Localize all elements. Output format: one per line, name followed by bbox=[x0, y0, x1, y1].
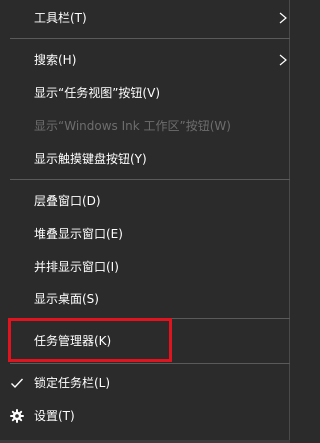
menu-item-search[interactable]: 搜索(H) bbox=[0, 44, 289, 76]
menu-item-show-desktop-label: 显示桌面(S) bbox=[34, 292, 99, 306]
menu-item-show-task-view[interactable]: 显示“任务视图”按钮(V) bbox=[0, 77, 289, 109]
menu-item-cascade-windows[interactable]: 层叠窗口(D) bbox=[0, 185, 289, 217]
menu-item-toolbars[interactable]: 工具栏(T) bbox=[0, 2, 289, 34]
menu-separator bbox=[10, 363, 290, 364]
menu-item-side-by-side[interactable]: 并排显示窗口(I) bbox=[0, 251, 289, 283]
gear-icon bbox=[10, 409, 24, 423]
menu-item-settings-label: 设置(T) bbox=[34, 409, 75, 423]
menu-item-show-desktop[interactable]: 显示桌面(S) bbox=[0, 283, 289, 315]
menu-item-toolbars-label: 工具栏(T) bbox=[34, 11, 87, 25]
menu-item-search-label: 搜索(H) bbox=[34, 53, 77, 67]
chevron-right-icon bbox=[279, 12, 287, 24]
menu-separator bbox=[10, 38, 290, 39]
menu-item-show-windows-ink: 显示“Windows Ink 工作区”按钮(W) bbox=[0, 110, 289, 142]
taskbar-context-menu: 工具栏(T) 搜索(H) 显示“任务视图”按钮(V) 显示“Windows In… bbox=[0, 0, 290, 443]
chevron-right-icon bbox=[279, 54, 287, 66]
menu-item-stack-windows[interactable]: 堆叠显示窗口(E) bbox=[0, 218, 289, 250]
checkmark-icon bbox=[11, 378, 24, 389]
menu-item-show-touch-keyboard[interactable]: 显示触摸键盘按钮(Y) bbox=[0, 143, 289, 175]
menu-item-settings[interactable]: 设置(T) bbox=[0, 400, 289, 432]
menu-item-show-task-view-label: 显示“任务视图”按钮(V) bbox=[34, 86, 161, 100]
menu-item-lock-taskbar[interactable]: 锁定任务栏(L) bbox=[0, 367, 289, 399]
menu-item-side-by-side-label: 并排显示窗口(I) bbox=[34, 260, 119, 274]
menu-item-show-windows-ink-label: 显示“Windows Ink 工作区”按钮(W) bbox=[34, 119, 231, 133]
menu-separator bbox=[10, 179, 290, 180]
menu-item-lock-taskbar-label: 锁定任务栏(L) bbox=[34, 376, 111, 390]
menu-item-show-touch-keyboard-label: 显示触摸键盘按钮(Y) bbox=[34, 152, 147, 166]
menu-item-stack-windows-label: 堆叠显示窗口(E) bbox=[34, 227, 123, 241]
menu-item-cascade-windows-label: 层叠窗口(D) bbox=[34, 194, 101, 208]
highlight-annotation-box bbox=[8, 318, 172, 362]
